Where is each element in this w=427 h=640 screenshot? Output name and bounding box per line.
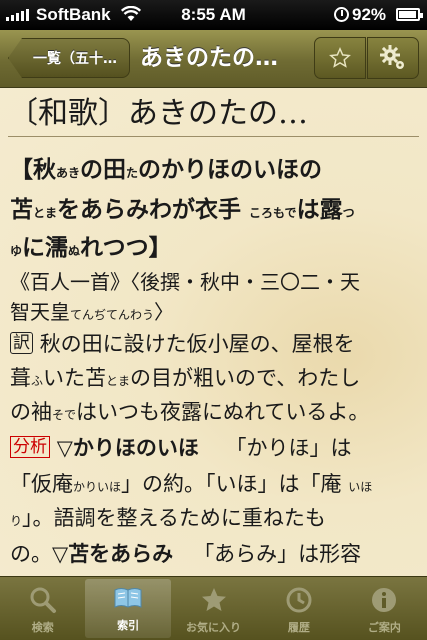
translation-line-1: 訳 秋の田に設けた仮小屋の、屋根を [10,328,355,358]
source-line-1: 《百人一首》〈後撰・秋中・三〇二・天 [10,270,360,294]
analysis-tag: 分析 [10,436,50,458]
tab-search[interactable]: 検索 [0,577,85,640]
source-line-2: 智天皇てんぢてんわう〉 [10,300,175,324]
entry-content[interactable]: 〔和歌〕あきのたの… 【秋あきの田たのかりほのいほの 苫とまをあらみわが衣手 こ… [0,88,427,576]
tab-bar: 検索 索引 お気に入り 履歴 ご案内 [0,576,427,640]
page-title: あきのたの… [140,45,278,71]
tab-info[interactable]: ご案内 [342,577,427,640]
tab-label: 履歴 [287,621,310,634]
battery-icon [396,8,423,21]
tab-index[interactable]: 索引 [85,579,171,638]
tab-label: お気に入り [186,621,242,634]
heading-divider [8,136,419,137]
entry-heading: 〔和歌〕あきのたの… [8,96,308,131]
poem-line-3: ゆに濡ぬれつつ】 [10,234,172,261]
settings-button[interactable] [367,37,419,79]
star-icon [201,588,226,611]
translation-tag: 訳 [10,332,33,354]
translation-line-2: 葺ふいた苫とまの目が粗いので、わたし [10,366,361,390]
analysis-line-1: 分析 ▽かりほのいほ 「かりほ」は [10,432,352,462]
tab-favorites[interactable]: お気に入り [171,577,256,640]
poem-line-1: 【秋あきの田たのかりほのいほの [10,156,323,183]
poem-line-2: 苫とまをあらみわが衣手 ころもでは露つ [10,196,355,223]
orientation-lock-icon [334,7,349,22]
book-icon [114,588,142,608]
analysis-line-3: り」。語調を整えるために重ねたも [10,506,326,530]
gear-icon [380,45,404,69]
search-icon [30,587,56,613]
analysis-line-2: 「仮庵かりいほ」の約。「いほ」は「庵 いほ [10,472,373,496]
history-icon [286,587,312,613]
translation-line-3: の袖そではいつも夜露にぬれているよ。 [10,400,370,424]
battery-percent: 92% [352,5,387,24]
tab-label: 索引 [117,619,140,632]
status-bar: SoftBank 8:55 AM 92% [0,0,427,30]
navigation-bar: 一覧（五十… あきのたの… [0,30,427,88]
star-icon [329,47,351,68]
analysis-line-4: の。▽苫をあらみ 「あらみ」は形容 [10,541,362,566]
tab-label: ご案内 [367,621,401,634]
favorite-button[interactable] [314,37,366,79]
back-button[interactable]: 一覧（五十… [8,38,130,78]
tab-history[interactable]: 履歴 [256,577,341,640]
tab-label: 検索 [31,621,54,634]
info-icon [372,588,397,612]
